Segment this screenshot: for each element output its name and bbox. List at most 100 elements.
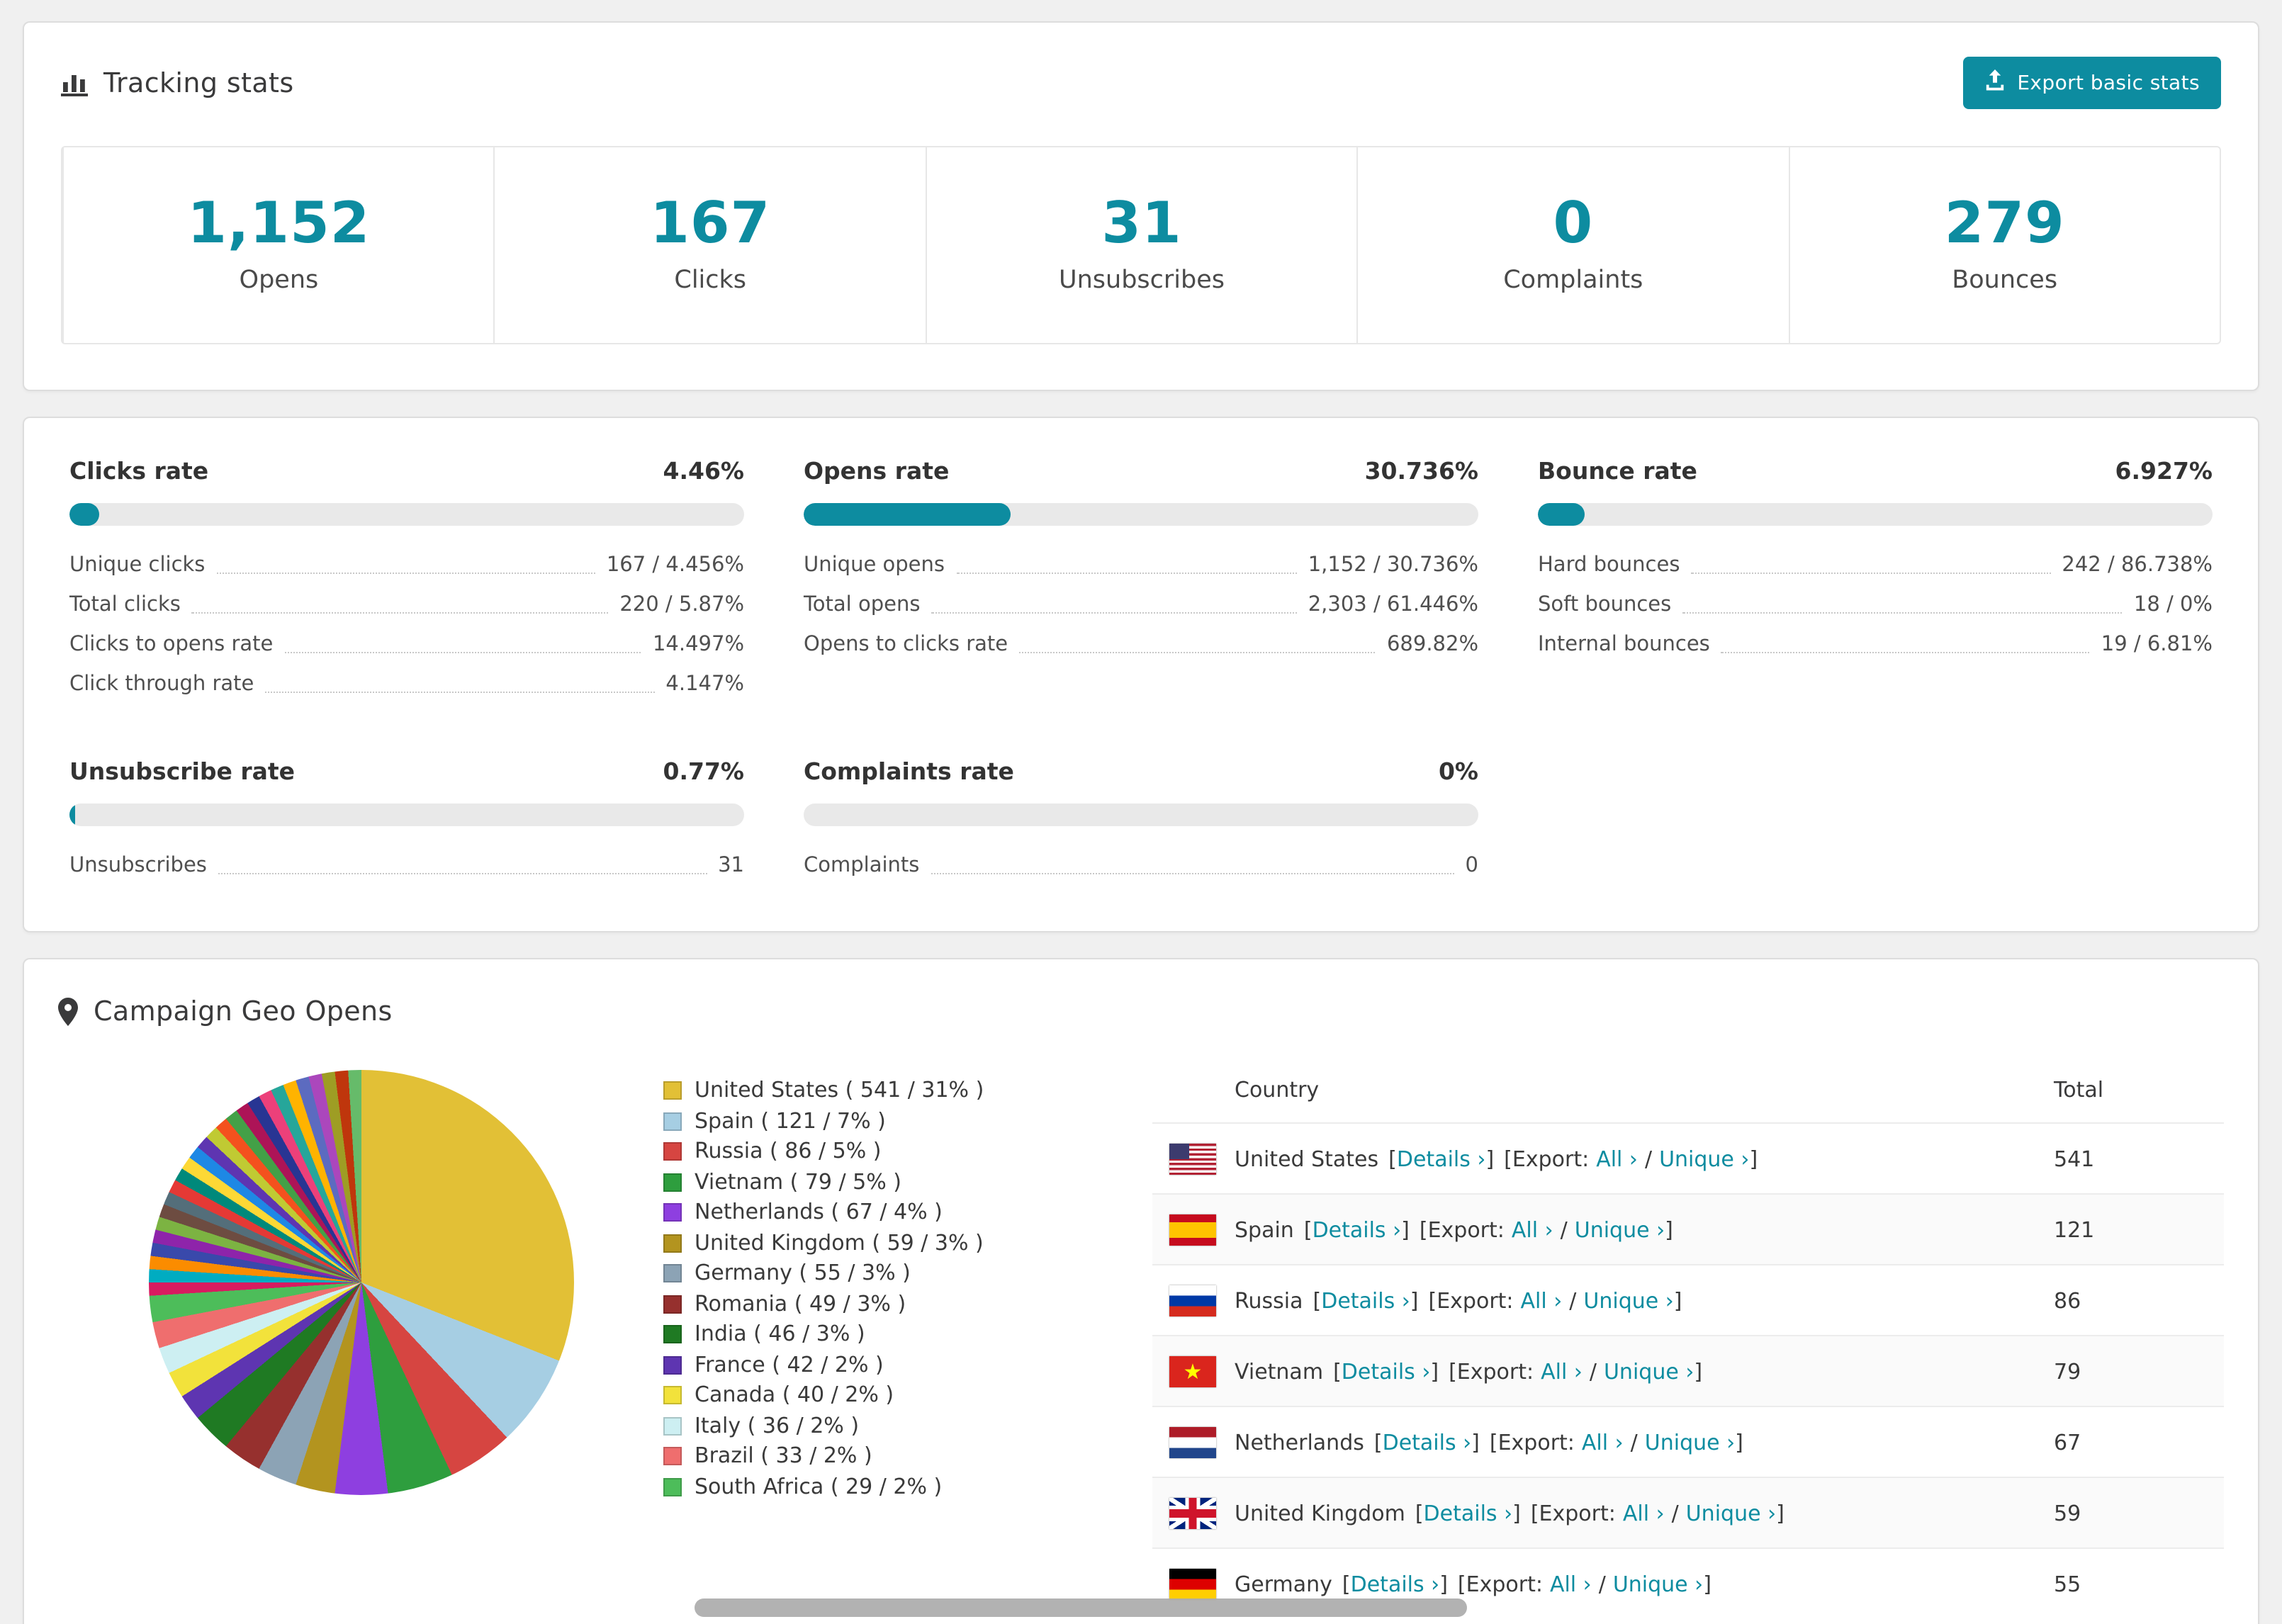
country-total: 86 (2054, 1287, 2081, 1313)
slash: / (1644, 1146, 1653, 1171)
campaign-geo-opens-panel: Campaign Geo Opens United States ( 541 /… (23, 958, 2259, 1624)
geo-opens-pie-chart[interactable] (148, 1070, 573, 1495)
stat-box: 167 Clicks (493, 147, 926, 343)
bounce-rate-section: Bounce rate 6.927% Hard bounces 242 / 86… (1538, 458, 2213, 665)
details-link[interactable]: Details › (1342, 1358, 1431, 1384)
slash: / (1671, 1500, 1679, 1526)
export-label: Export: (1456, 1358, 1534, 1384)
export-links-group: [Export: All › / Unique ›] (1458, 1571, 1712, 1596)
legend-item: Canada ( 40 / 2% ) (663, 1380, 1152, 1411)
legend-color-swatch (663, 1325, 682, 1344)
bracket: ] (1471, 1429, 1480, 1455)
details-link-group: [Details ›] (1388, 1146, 1494, 1171)
legend-color-swatch (663, 1203, 682, 1222)
legend-item: United States ( 541 / 31% ) (663, 1076, 1152, 1106)
export-all-link[interactable]: All › (1596, 1146, 1638, 1171)
legend-label: Canada ( 40 / 2% ) (695, 1382, 894, 1407)
rate-title: Bounce rate (1538, 458, 1697, 485)
tracking-stats-title-text: Tracking stats (103, 67, 294, 98)
rate-stat-row: Unique clicks 167 / 4.456% (69, 546, 744, 585)
rate-title: Complaints rate (804, 758, 1014, 785)
flag-icon-gb (1169, 1497, 1216, 1528)
rate-stat-row: Internal bounces 19 / 6.81% (1538, 625, 2213, 665)
bracket: [ (1373, 1429, 1383, 1455)
legend-item: Romania ( 49 / 3% ) (663, 1289, 1152, 1319)
export-links-group: [Export: All › / Unique ›] (1420, 1217, 1673, 1242)
country-row: Netherlands [Details ›] [Export: All › / Un… (1152, 1406, 2224, 1477)
rate-stat-label: Hard bounces (1538, 554, 1680, 577)
pie-chart-legend: United States ( 541 / 31% ) Spain ( 121 … (663, 1059, 1152, 1618)
rate-stat-row: Clicks to opens rate 14.497% (69, 625, 744, 665)
dotted-leader (1019, 652, 1376, 653)
export-all-link[interactable]: All › (1521, 1287, 1563, 1313)
legend-color-swatch (663, 1355, 682, 1375)
progress-bar (69, 503, 744, 526)
legend-item: Spain ( 121 / 7% ) (663, 1106, 1152, 1137)
rate-title: Clicks rate (69, 458, 209, 485)
country-name: Russia (1235, 1287, 1303, 1313)
table-header-row: Country Total (1152, 1059, 2224, 1122)
export-basic-stats-button[interactable]: Export basic stats (1963, 57, 2221, 109)
legend-item: South Africa ( 29 / 2% ) (663, 1472, 1152, 1502)
legend-label: Spain ( 121 / 7% ) (695, 1107, 886, 1133)
legend-label: France ( 42 / 2% ) (695, 1351, 884, 1377)
bracket: ] (1735, 1429, 1743, 1455)
export-links-group: [Export: All › / Unique ›] (1504, 1146, 1758, 1171)
details-link[interactable]: Details › (1383, 1429, 1472, 1455)
export-all-link[interactable]: All › (1582, 1429, 1624, 1455)
legend-label: Brazil ( 33 / 2% ) (695, 1443, 872, 1468)
dotted-leader (1721, 652, 2090, 653)
legend-color-swatch (663, 1477, 682, 1496)
stat-label: Opens (239, 266, 319, 295)
legend-color-swatch (663, 1447, 682, 1466)
stat-label: Clicks (674, 266, 747, 295)
geo-opens-table: Country Total United States [Details ›] … (1152, 1059, 2224, 1618)
rate-value: 30.736% (1364, 458, 1478, 485)
export-all-link[interactable]: All › (1623, 1500, 1665, 1526)
geo-opens-title: Campaign Geo Opens (58, 996, 2224, 1027)
details-link[interactable]: Details › (1313, 1217, 1402, 1242)
legend-label: Germany ( 55 / 3% ) (695, 1260, 911, 1285)
rate-stat-value: 689.82% (1386, 633, 1478, 656)
country-row: Russia [Details ›] [Export: All › / Unique … (1152, 1264, 2224, 1335)
legend-color-swatch (663, 1416, 682, 1436)
rate-stat-label: Complaints (804, 855, 920, 877)
details-link[interactable]: Details › (1321, 1287, 1410, 1313)
export-label: Export: (1466, 1571, 1543, 1596)
details-link[interactable]: Details › (1397, 1146, 1486, 1171)
export-all-link[interactable]: All › (1512, 1217, 1553, 1242)
legend-label: United States ( 541 / 31% ) (695, 1077, 984, 1103)
export-unique-link[interactable]: Unique › (1604, 1358, 1694, 1384)
rate-stat-value: 0 (1465, 855, 1478, 877)
bracket: [ (1415, 1500, 1424, 1526)
export-all-link[interactable]: All › (1541, 1358, 1583, 1384)
slash: / (1560, 1217, 1568, 1242)
legend-label: Italy ( 36 / 2% ) (695, 1412, 860, 1438)
export-unique-link[interactable]: Unique › (1659, 1146, 1749, 1171)
rate-stat-label: Click through rate (69, 673, 254, 696)
export-unique-link[interactable]: Unique › (1686, 1500, 1776, 1526)
export-unique-link[interactable]: Unique › (1583, 1287, 1673, 1313)
export-unique-link[interactable]: Unique › (1613, 1571, 1703, 1596)
export-label: Export: (1539, 1500, 1616, 1526)
bracket: ] (1673, 1287, 1682, 1313)
geo-opens-title-text: Campaign Geo Opens (94, 996, 393, 1027)
stat-value: 279 (1944, 191, 2065, 256)
export-unique-link[interactable]: Unique › (1575, 1217, 1665, 1242)
dotted-leader (284, 652, 641, 653)
legend-label: Russia ( 86 / 5% ) (695, 1138, 882, 1163)
bracket: ] (1439, 1571, 1448, 1596)
details-link[interactable]: Details › (1351, 1571, 1440, 1596)
legend-item: Russia ( 86 / 5% ) (663, 1137, 1152, 1167)
tracking-stats-title: Tracking stats (61, 67, 294, 98)
export-links-group: [Export: All › / Unique ›] (1531, 1500, 1784, 1526)
details-link[interactable]: Details › (1424, 1500, 1513, 1526)
slash: / (1630, 1429, 1638, 1455)
export-icon (1984, 69, 2006, 96)
export-unique-link[interactable]: Unique › (1645, 1429, 1735, 1455)
slash: / (1569, 1287, 1577, 1313)
horizontal-scrollbar[interactable] (695, 1598, 1467, 1617)
export-button-label: Export basic stats (2017, 72, 2200, 94)
dotted-leader (956, 573, 1297, 574)
export-all-link[interactable]: All › (1550, 1571, 1592, 1596)
